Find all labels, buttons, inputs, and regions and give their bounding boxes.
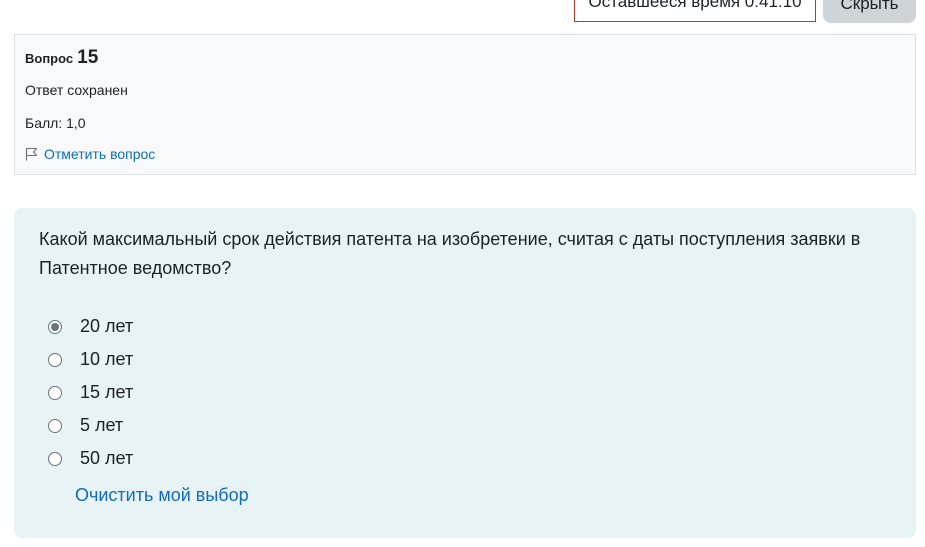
- flag-question-link[interactable]: Отметить вопрос: [25, 146, 155, 162]
- radio-button[interactable]: [48, 385, 62, 400]
- answer-option-20[interactable]: 20 лет: [48, 316, 133, 337]
- answer-option-10[interactable]: 10 лет: [48, 349, 133, 370]
- flag-question-label: Отметить вопрос: [44, 146, 156, 162]
- question-label: Вопрос: [25, 51, 74, 66]
- answer-option-5[interactable]: 5 лет: [48, 415, 123, 436]
- flag-icon: [25, 147, 38, 161]
- hide-timer-label: Скрыть: [840, 0, 899, 13]
- hide-timer-button[interactable]: Скрыть: [823, 0, 916, 23]
- answer-label: 15 лет: [80, 382, 134, 402]
- answer-label: 5 лет: [80, 415, 124, 435]
- question-text: Какой максимальный срок действия патента…: [39, 229, 861, 278]
- time-remaining: Оставшееся время 0:41:10: [574, 0, 816, 22]
- time-remaining-text: Оставшееся время 0:41:10: [588, 0, 802, 11]
- clear-choice-link[interactable]: Очистить мой выбор: [75, 485, 249, 506]
- answer-label: 50 лет: [80, 448, 134, 468]
- question-info-panel: Вопрос 15 Ответ сохранен Балл: 1,0 Отмети…: [14, 34, 916, 175]
- radio-button[interactable]: [48, 352, 62, 367]
- radio-button[interactable]: [48, 418, 62, 433]
- question-content: Какой максимальный срок действия патента…: [14, 208, 916, 538]
- answer-label: 20 лет: [80, 316, 134, 336]
- question-grade: Балл: 1,0: [25, 115, 86, 131]
- answer-option-15[interactable]: 15 лет: [48, 382, 133, 403]
- answer-option-50[interactable]: 50 лет: [48, 448, 133, 469]
- question-state: Ответ сохранен: [25, 82, 128, 98]
- radio-button[interactable]: [48, 451, 62, 466]
- question-title: Вопрос 15: [25, 47, 98, 69]
- radio-button[interactable]: [48, 319, 62, 334]
- question-number: 15: [77, 47, 99, 68]
- answer-label: 10 лет: [80, 349, 134, 369]
